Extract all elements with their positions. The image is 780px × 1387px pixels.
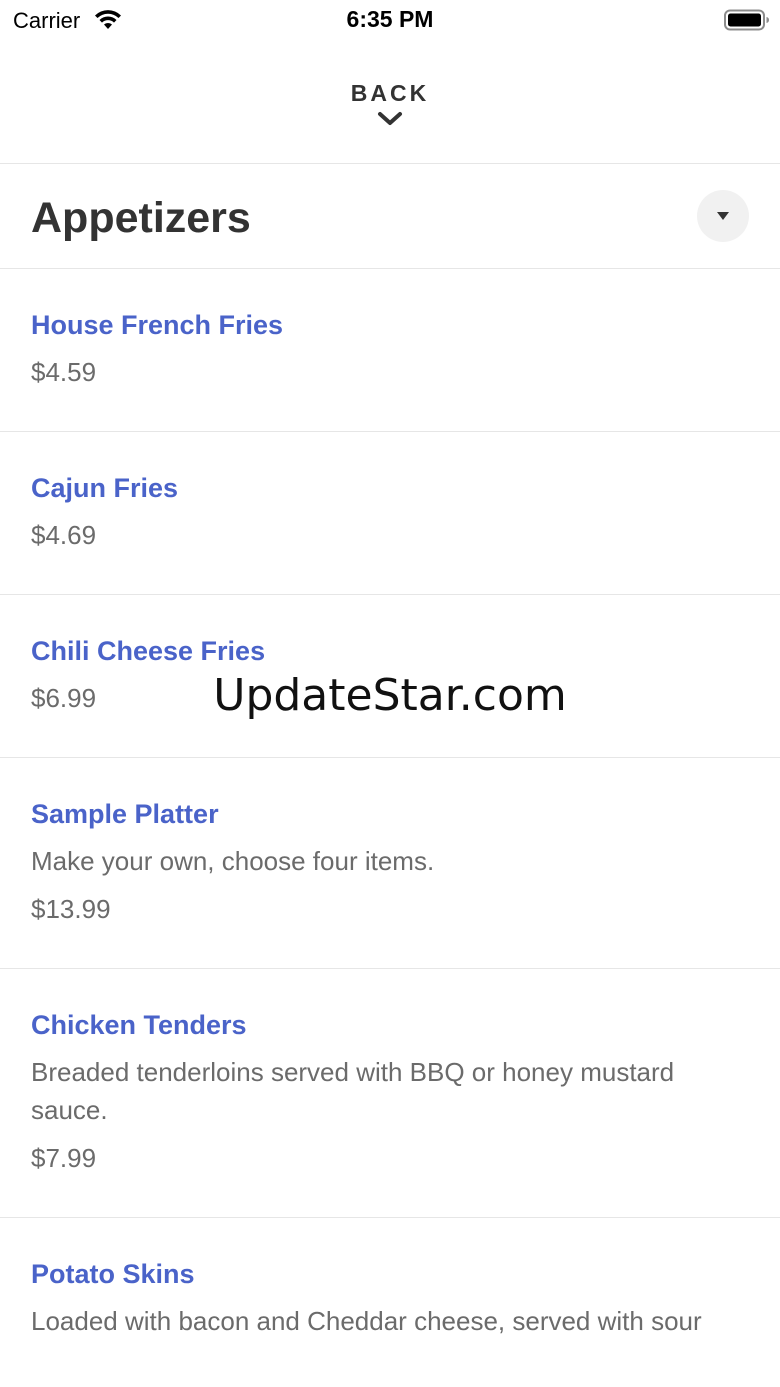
menu-item-name: Chili Cheese Fries xyxy=(31,636,266,666)
menu-item[interactable]: Chicken Tenders Breaded tenderloins serv… xyxy=(0,969,780,1218)
back-label: BACK xyxy=(350,80,430,106)
menu-item-name: Chicken Tenders xyxy=(31,1010,247,1040)
menu-item-price: $4.69 xyxy=(31,520,97,550)
menu-item-name: Sample Platter xyxy=(31,799,219,829)
battery-full-icon xyxy=(724,9,769,31)
chevron-down-icon xyxy=(378,112,402,125)
menu-item-name: Cajun Fries xyxy=(31,473,179,503)
menu-item-price: $6.99 xyxy=(31,683,97,713)
menu-item-price: $4.59 xyxy=(31,357,97,387)
menu-item-description: Loaded with bacon and Cheddar cheese, se… xyxy=(31,1306,702,1336)
section-title: Appetizers xyxy=(31,194,251,242)
menu-item[interactable]: Potato Skins Loaded with bacon and Chedd… xyxy=(0,1218,780,1387)
menu-item-price: $7.99 xyxy=(31,1143,97,1173)
status-time: 6:35 PM xyxy=(346,6,434,32)
menu-item-description: Make your own, choose four items. xyxy=(31,846,435,876)
caret-down-icon xyxy=(717,212,729,220)
menu-item-name: Potato Skins xyxy=(31,1259,195,1289)
back-button[interactable]: BACK xyxy=(290,70,490,140)
category-dropdown-button[interactable] xyxy=(697,190,749,242)
section-header: Appetizers xyxy=(0,164,780,269)
menu-item-price: $13.99 xyxy=(31,894,111,924)
menu-list: House French Fries $4.59 Cajun Fries $4.… xyxy=(0,269,780,1387)
menu-item-name: House French Fries xyxy=(31,310,284,340)
menu-item-description: Breaded tenderloins served with BBQ or h… xyxy=(31,1057,675,1125)
status-bar: Carrier 6:35 PM xyxy=(0,0,780,40)
menu-item[interactable]: Sample Platter Make your own, choose fou… xyxy=(0,758,780,969)
back-header: BACK xyxy=(0,40,780,164)
menu-item[interactable]: Chili Cheese Fries $6.99 xyxy=(0,595,780,758)
menu-item[interactable]: Cajun Fries $4.69 xyxy=(0,432,780,595)
menu-item[interactable]: House French Fries $4.59 xyxy=(0,269,780,432)
